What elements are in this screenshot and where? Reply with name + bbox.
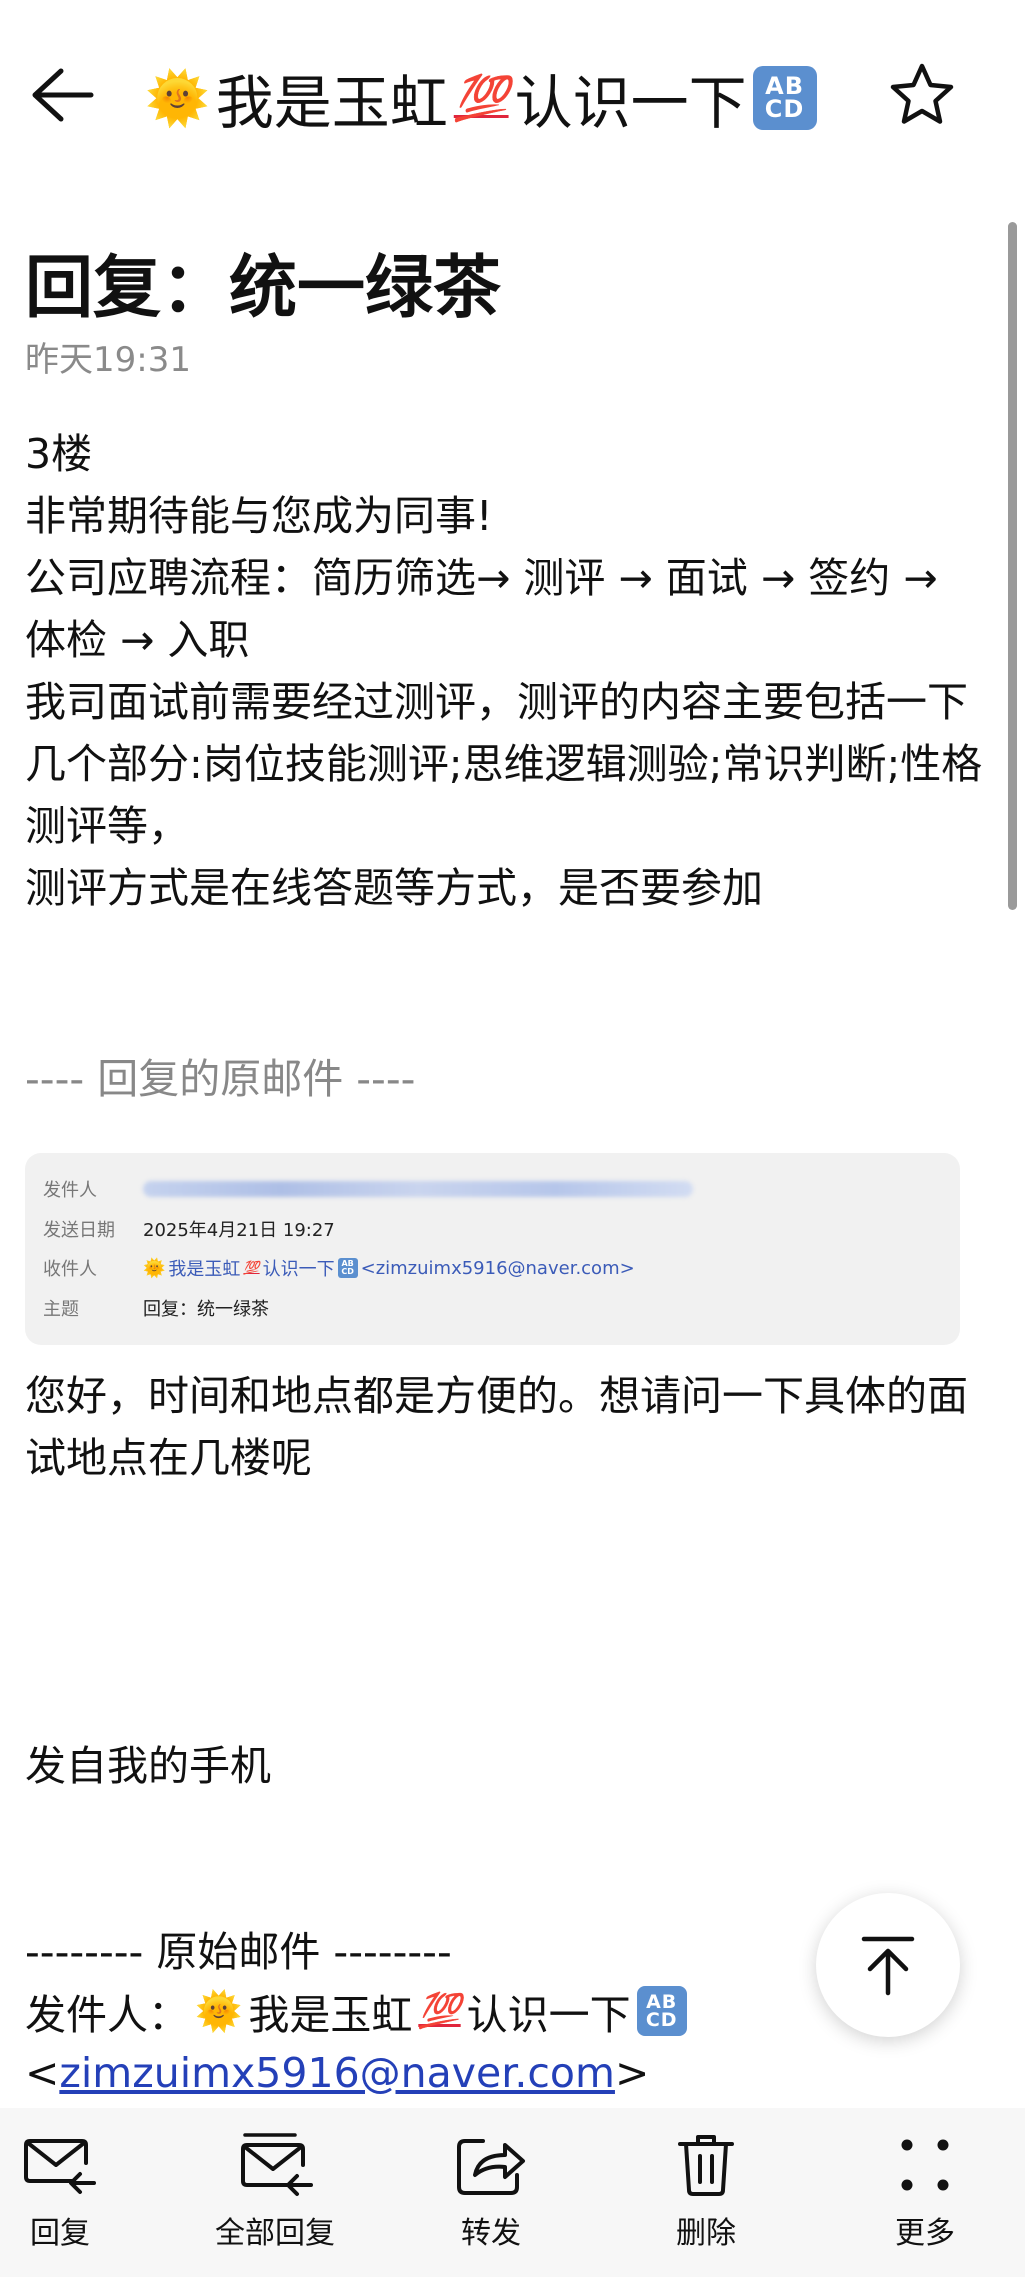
quote-from-label: 发件人 [43,1180,97,1201]
body-line: 3楼 [25,430,93,478]
reply-mail-icon [24,2139,96,2194]
abcd-emoji-icon: AB CD [752,66,817,130]
email-subject: 回复：统一绿茶 [25,249,502,328]
trash-icon [678,2135,734,2196]
original-email-link[interactable]: zimzuimx5916@naver.com [59,2049,615,2097]
hundred-emoji-icon: 💯 [453,73,509,124]
quote-date-label: 发送日期 [43,1220,115,1241]
body-line: 测评方式是在线答题等方式，是否要参加 [25,864,763,912]
body-line: 公司应聘流程：简历筛选→ 测评 → 面试 → 签约 → 体检 → 入职 [25,554,938,664]
original-from-line: 发件人： 🌞 我是玉虹 💯 认识一下 AB CD [25,1980,687,2042]
more-label: 更多 [895,2216,955,2251]
bottom-action-bar: 回复 全部回复 转发 删除 更多 [0,2108,1025,2277]
quoted-header-card: 发件人 发送日期 2025年4月21日 19:27 收件人 🌞 我是玉虹 💯 认… [25,1153,960,1345]
email-detail-screen: 🌞 我是玉虹 💯 认识一下 AB CD 回复：统一绿茶 昨天19:31 3楼 非… [0,0,1025,2277]
star-button[interactable] [882,55,962,135]
delete-button[interactable]: 删除 [631,2130,781,2260]
sender-name-part1: 我是玉虹 [215,69,448,137]
forward-label: 转发 [461,2216,521,2251]
original-mail-divider: -------- 原始邮件 -------- [25,1928,452,1976]
reply-all-label: 全部回复 [215,2216,335,2251]
forward-share-icon [457,2139,525,2195]
back-arrow-icon [32,68,94,122]
quoted-line: 您好，时间和地点都是方便的。想请问一下具体的面试地点在几楼呢 [25,1372,968,1482]
back-button[interactable] [22,55,102,135]
email-body: 3楼 非常期待能与您成为同事! 公司应聘流程：简历筛选→ 测评 → 面试 → 签… [25,423,985,919]
quote-to-label: 收件人 [43,1259,97,1280]
quote-subject-value: 回复：统一绿茶 [143,1299,269,1320]
quote-date-row: 发送日期 2025年4月21日 19:27 [43,1215,335,1243]
delete-label: 删除 [676,2216,736,2251]
reply-label: 回复 [30,2216,90,2251]
sun-emoji-icon: 🌞 [143,1257,166,1279]
quote-subject-row: 主题 回复：统一绿茶 [43,1294,269,1322]
quote-to-email: <zimzuimx5916@naver.com> [360,1257,635,1279]
reply-all-mail-icon [241,2133,313,2196]
quote-subject-label: 主题 [43,1299,79,1320]
reply-all-button[interactable]: 全部回复 [200,2130,350,2260]
more-dots-icon [901,2139,949,2191]
scrollbar[interactable] [1008,222,1017,910]
scroll-to-top-button[interactable] [816,1893,960,2037]
abcd-emoji-icon: AB CD [337,1258,358,1278]
arrow-up-to-top-icon [861,1936,915,1996]
sun-emoji-icon: 🌞 [195,1988,243,2033]
reply-button[interactable]: 回复 [0,2130,135,2260]
email-time: 昨天19:31 [25,340,191,380]
more-button[interactable]: 更多 [850,2130,1000,2260]
abcd-emoji-icon: AB CD [636,1986,687,2036]
sun-emoji-icon: 🌞 [145,68,210,129]
hundred-emoji-icon: 💯 [418,1991,461,2031]
original-from-label: 发件人： [25,1991,189,2039]
quote-to-value[interactable]: 🌞 我是玉虹 💯 认识一下 AB CD <zimzuimx5916@naver.… [143,1255,635,1281]
sender-name-part2: 认识一下 [514,69,747,137]
forward-button[interactable]: 转发 [416,2130,566,2260]
sender-title: 🌞 我是玉虹 💯 认识一下 AB CD [145,58,817,138]
reply-original-divider: ---- 回复的原邮件 ---- [25,1055,416,1103]
body-line: 我司面试前需要经过测评，测评的内容主要包括一下几个部分:岗位技能测评;思维逻辑测… [25,678,983,850]
star-outline-icon [890,63,954,124]
quote-from-row: 发件人 [43,1175,693,1203]
top-bar: 🌞 我是玉虹 💯 认识一下 AB CD [0,0,1025,190]
original-email-line: <zimzuimx5916@naver.com> [25,2049,650,2097]
quoted-body: 您好，时间和地点都是方便的。想请问一下具体的面试地点在几楼呢 [25,1365,985,1489]
quote-date-value: 2025年4月21日 19:27 [143,1220,335,1241]
quote-to-row: 收件人 🌞 我是玉虹 💯 认识一下 AB CD <zimzuimx5916@na… [43,1254,635,1282]
signature: 发自我的手机 [25,1742,271,1790]
body-line: 非常期待能与您成为同事! [25,492,493,540]
blurred-sender [143,1181,693,1197]
hundred-emoji-icon: 💯 [243,1260,260,1276]
